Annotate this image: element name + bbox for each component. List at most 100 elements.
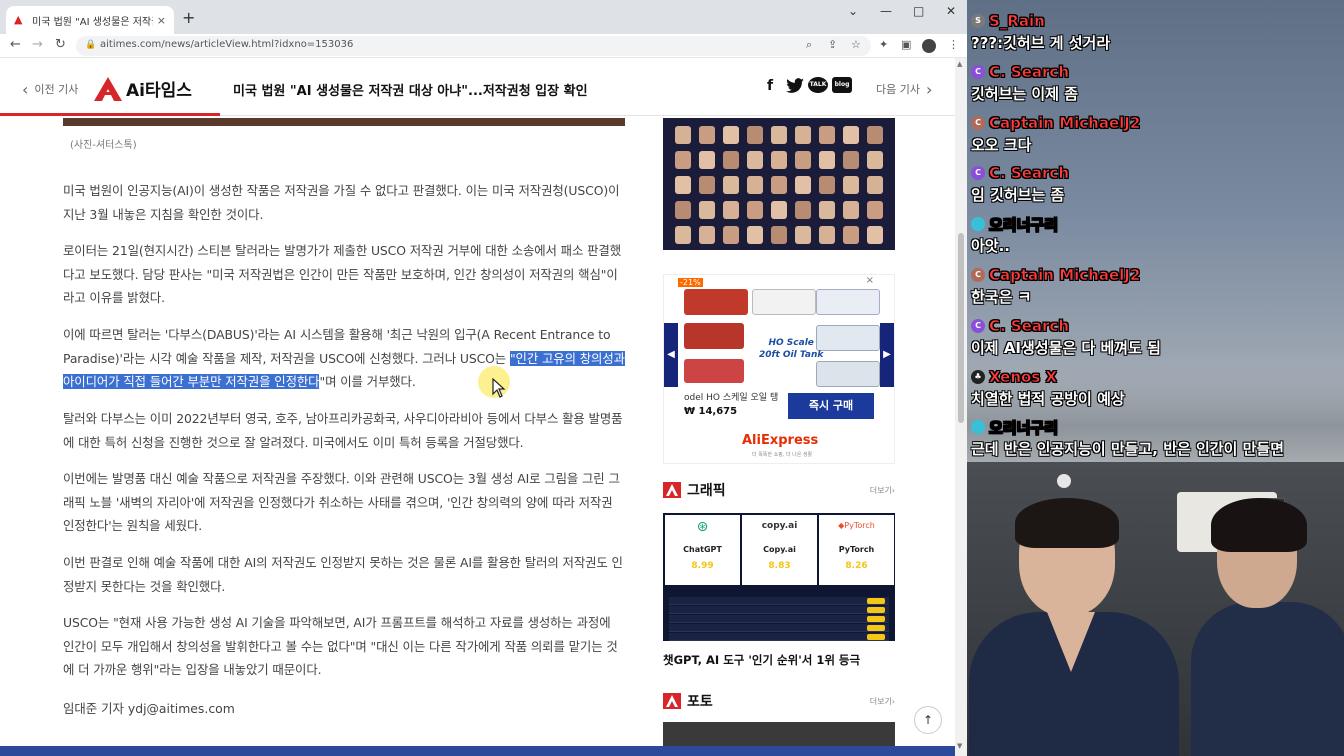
tab-close-icon[interactable]: × <box>157 14 166 27</box>
logo-text: Ai타임스 <box>126 81 192 101</box>
person-portrait <box>675 201 691 219</box>
graphic-more-link[interactable]: 더보기› <box>870 485 895 496</box>
facebook-icon[interactable]: f <box>767 78 773 94</box>
close-window-button[interactable]: ✕ <box>946 4 956 18</box>
blog-icon[interactable]: blog <box>832 77 852 93</box>
address-bar[interactable]: 🔒 aitimes.com/news/articleView.html?idxn… <box>76 36 871 56</box>
chat-message: C C. Search 깃허브는 이제 좀 <box>971 61 1343 111</box>
person-portrait <box>771 176 787 194</box>
site-header: ‹ 이전 기사 Ai타임스 미국 법원 "AI 생성물은 저작권 대상 아냐"..… <box>0 58 955 116</box>
aliexpress-logo[interactable]: AliExpress <box>742 433 818 448</box>
copyai-logo-icon: copy.ai <box>761 521 798 531</box>
prev-article-link[interactable]: ‹ 이전 기사 <box>22 80 78 99</box>
scroll-down-arrow-icon[interactable]: ▼ <box>957 742 962 750</box>
header-headline: 미국 법원 "AI 생성물은 저작권 대상 아냐"...저작권청 입장 확인 <box>233 84 588 99</box>
chat-message-text: 임 깃허브는 좀 <box>971 186 1065 205</box>
aitimes-logo-icon <box>94 76 122 101</box>
forward-arrow-icon[interactable]: → <box>32 37 43 52</box>
graphic-section-header: 그래픽 더보기› <box>663 480 895 500</box>
tank-car-image <box>684 359 744 383</box>
photo-section-title: 포토 <box>687 694 713 710</box>
menu-kebab-icon[interactable]: ⋮ <box>948 38 959 51</box>
extensions-icon[interactable]: ✦ <box>879 38 888 51</box>
ceiling-lamp <box>1057 474 1071 488</box>
aitimes-favicon-icon: ▲ <box>14 13 23 26</box>
maximize-button[interactable]: □ <box>913 4 924 18</box>
ranking-table-row <box>669 597 889 605</box>
person-portrait <box>747 201 763 219</box>
graphic-image[interactable]: ⊛ ChatGPT copy.ai Copy.ai ◆PyTorch PyTor… <box>663 513 895 641</box>
webcam-feed <box>967 462 1344 756</box>
person-portrait <box>795 226 811 244</box>
card-name: ChatGPT <box>683 545 722 554</box>
person-portrait <box>771 201 787 219</box>
chat-username: C. Search <box>989 62 1070 81</box>
streamer-left-hair <box>1015 498 1119 548</box>
chat-message: C C. Search 이제 AI생성물은 다 베껴도 됨 <box>971 315 1343 365</box>
photo-more-link[interactable]: 더보기› <box>870 696 895 707</box>
person-portrait <box>675 126 691 144</box>
chat-message: S S_Rain ???:깃허브 게 섯거라 <box>971 10 1343 60</box>
user-badge-icon <box>971 217 985 232</box>
browser-toolbar: ← → ↻ 🔒 aitimes.com/news/articleView.htm… <box>0 34 967 58</box>
person-portrait <box>819 226 835 244</box>
person-portrait <box>843 126 859 144</box>
card-score: 8.99 <box>691 561 714 571</box>
scroll-up-arrow-icon[interactable]: ▲ <box>957 60 962 68</box>
person-portrait <box>723 176 739 194</box>
ranking-card: copy.ai Copy.ai <box>742 515 817 585</box>
card-score: 8.83 <box>768 561 791 571</box>
tab-article[interactable]: ▲ 미국 법원 "AI 생성물은 저작권 대상 아니"... × <box>6 6 174 34</box>
share-icon[interactable]: ⇪ <box>828 38 837 51</box>
chat-username: C. Search <box>989 164 1070 183</box>
profile-avatar[interactable] <box>922 39 936 53</box>
graphic-caption-link[interactable]: 챗GPT, AI 도구 '인기 순위'서 1위 등극 <box>663 652 860 668</box>
browser-window: ▲ 미국 법원 "AI 생성물은 저작권 대상 아니"... × + ⌄ — □… <box>0 0 967 756</box>
kakaotalk-icon[interactable]: TALK <box>808 77 828 93</box>
twitter-icon[interactable] <box>786 78 804 97</box>
sale-badge: -21% <box>678 278 703 287</box>
person-portrait <box>699 151 715 169</box>
next-article-link[interactable]: 다음 기사 › <box>876 80 932 99</box>
scroll-to-top-button[interactable]: ↑ <box>914 706 942 734</box>
zoom-icon[interactable]: ⌕ <box>806 38 812 52</box>
tank-car-image <box>752 289 816 315</box>
user-badge-icon: C <box>971 318 985 333</box>
minimize-button[interactable]: — <box>880 4 892 18</box>
person-portrait <box>843 226 859 244</box>
ranking-table-row <box>669 624 889 632</box>
tab-search-chevron-icon[interactable]: ⌄ <box>848 4 858 18</box>
chat-user: C C. Search <box>971 61 1343 83</box>
sidepanel-icon[interactable]: ▣ <box>901 38 911 51</box>
site-logo[interactable]: Ai타임스 <box>94 76 192 101</box>
person-portrait <box>699 126 715 144</box>
chat-message-text: ???:깃허브 게 섯거라 <box>971 34 1111 52</box>
person-portrait <box>771 151 787 169</box>
back-arrow-icon[interactable]: ← <box>10 37 21 52</box>
screen: ▲ 미국 법원 "AI 생성물은 저작권 대상 아니"... × + ⌄ — □… <box>0 0 1344 756</box>
article-paragraph: 이에 따르면 탈러는 '다부스(DABUS)'라는 AI 시스템을 활용해 '최… <box>63 323 625 394</box>
sidebar-banner-image[interactable] <box>663 118 895 250</box>
tank-car-image <box>684 323 744 349</box>
page-scrollbar[interactable]: ▲ ▼ <box>955 58 967 756</box>
person-portrait <box>843 201 859 219</box>
ad-next-arrow-icon[interactable]: ▶ <box>880 323 894 387</box>
advertisement[interactable]: -21% × ◀ ▶ HO Scale 20ft Oil Tank odel HO… <box>663 274 895 464</box>
user-badge-icon: S <box>971 14 985 28</box>
ad-close-icon[interactable]: × <box>866 275 874 286</box>
person-portrait <box>819 176 835 194</box>
chat-message-text: 이제 AI생성물은 다 베껴도 됨 <box>971 338 1161 357</box>
scrollbar-thumb[interactable] <box>958 233 964 423</box>
article-paragraph: 이번에는 발명품 대신 예술 작품으로 저작권을 주장했다. 이와 관련해 US… <box>63 471 620 533</box>
ad-prev-arrow-icon[interactable]: ◀ <box>664 323 678 387</box>
person-portrait <box>867 151 883 169</box>
article-paragraph: USCO는 "현재 사용 가능한 생성 AI 기술을 파악해보면, AI가 프롬… <box>63 615 618 677</box>
reload-icon[interactable]: ↻ <box>55 37 66 52</box>
ad-buy-button[interactable]: 즉시 구매 <box>788 393 874 419</box>
ranking-table-row <box>669 633 889 641</box>
bookmark-star-icon[interactable]: ☆ <box>851 38 861 51</box>
chat-message: C Captain MichaelJ2 오오 크다 <box>971 112 1343 162</box>
card-score: 8.26 <box>845 561 868 571</box>
streamer-right-hair <box>1211 498 1307 552</box>
new-tab-button[interactable]: + <box>182 8 195 27</box>
